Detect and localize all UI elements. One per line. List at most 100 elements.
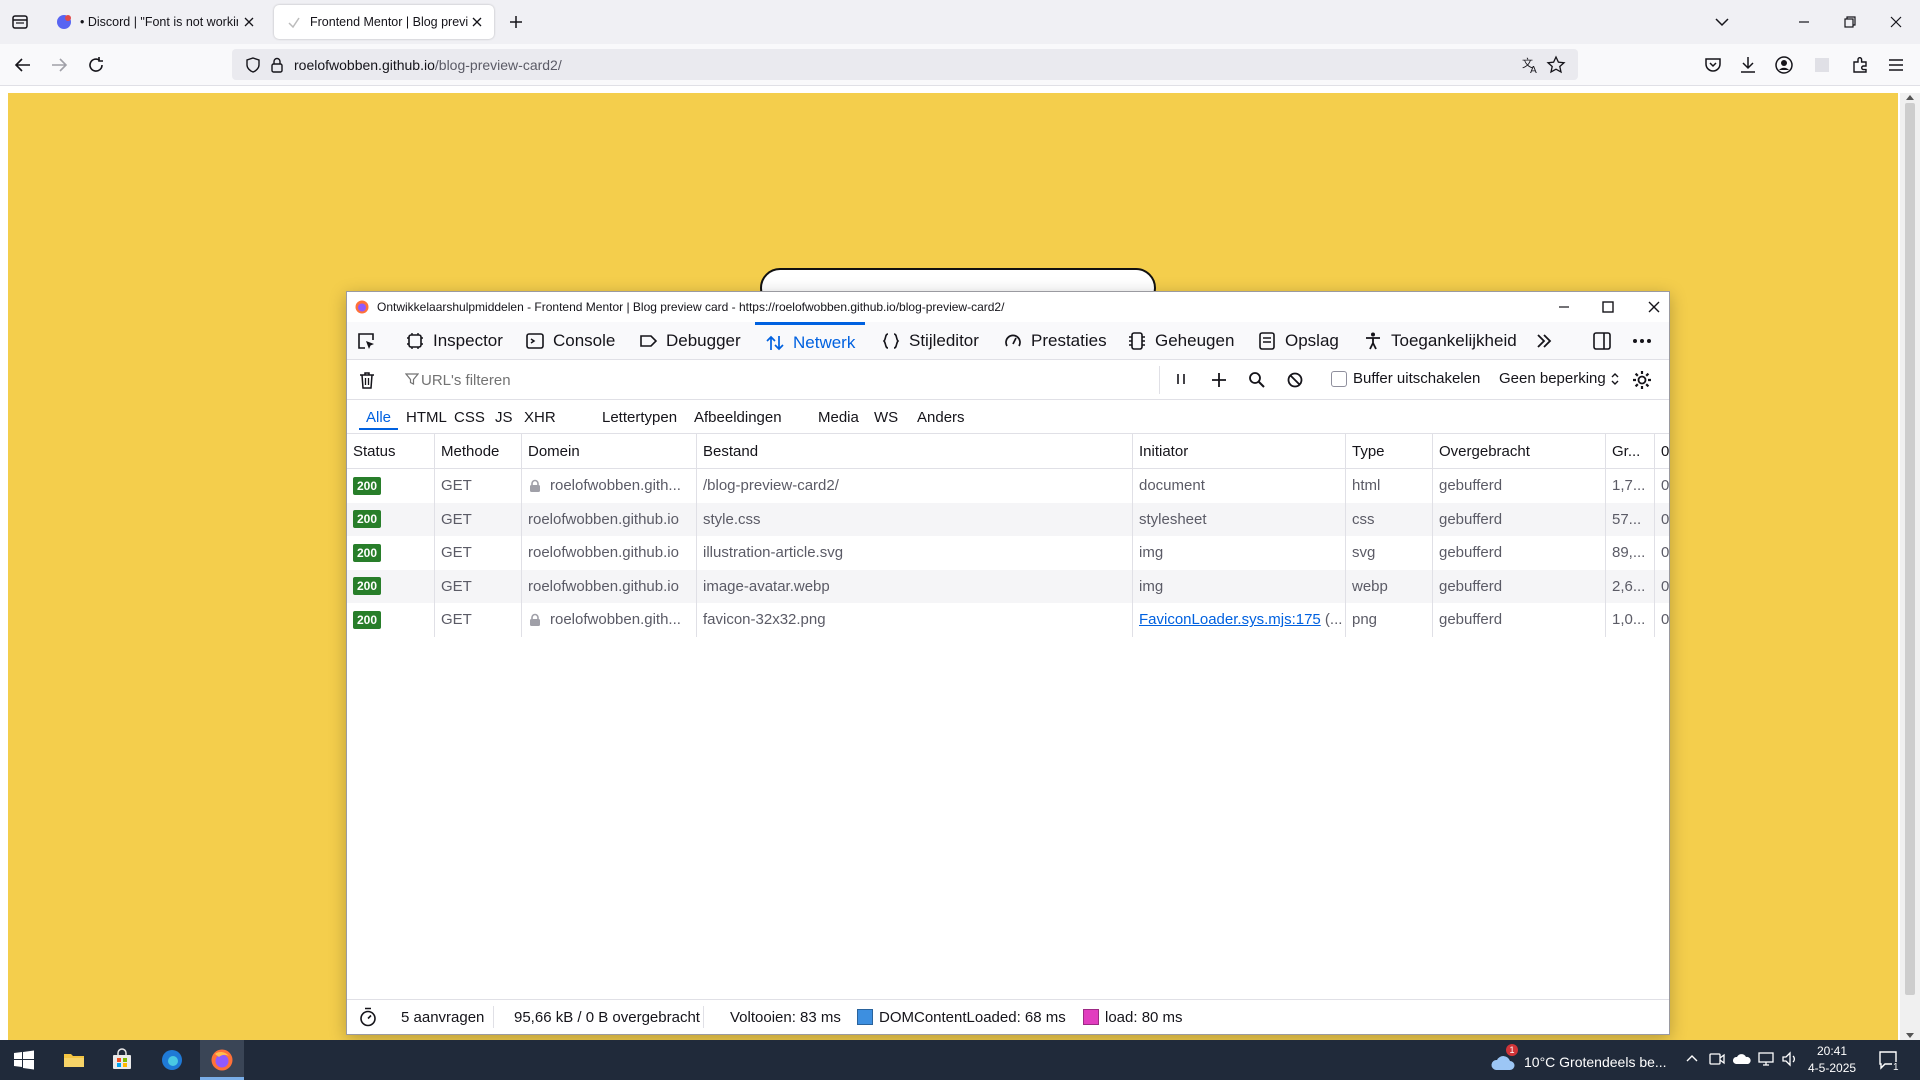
microsoft-store-icon[interactable]: [110, 1048, 134, 1072]
network-filter-bar: Buffer uitschakelen Geen beperking: [347, 360, 1669, 400]
cell-waterfall: 0: [1661, 577, 1670, 595]
element-picker-icon[interactable]: [355, 330, 377, 352]
tab-discord[interactable]: • Discord | "Font is not working: [44, 5, 266, 39]
windows-start-icon[interactable]: [12, 1048, 36, 1072]
throttling-select[interactable]: Geen beperking: [1499, 370, 1620, 387]
extensions-puzzle-icon[interactable]: [1849, 54, 1871, 76]
scrollbar-thumb[interactable]: [1905, 103, 1915, 995]
tab-network[interactable]: Netwerk: [755, 322, 866, 360]
column-waterfall[interactable]: 0: [1655, 434, 1671, 468]
minimize-devtools-icon[interactable]: [1555, 298, 1573, 316]
type-filter-js[interactable]: JS: [488, 406, 520, 430]
restore-window-icon[interactable]: [1838, 10, 1862, 34]
bookmark-star-icon[interactable]: [1546, 55, 1566, 75]
minimize-window-icon[interactable]: [1792, 10, 1816, 34]
column-status[interactable]: Status: [347, 434, 435, 468]
tab-memory[interactable]: Geheugen: [1127, 322, 1234, 360]
address-bar[interactable]: roelofwobben.github.io/blog-preview-card…: [232, 49, 1578, 80]
type-filter-ws[interactable]: WS: [867, 406, 905, 430]
cloud-weather-icon: 1: [1490, 1044, 1518, 1072]
translate-icon[interactable]: 文A: [1520, 55, 1540, 75]
show-hidden-icons-chevron-up-icon[interactable]: [1684, 1050, 1700, 1066]
column-transferred[interactable]: Overgebracht: [1433, 434, 1606, 468]
tab-storage[interactable]: Opslag: [1257, 322, 1339, 360]
tab-frontend-mentor[interactable]: Frontend Mentor | Blog preview: [274, 5, 494, 39]
stopwatch-icon[interactable]: [357, 1006, 379, 1028]
extension-placeholder-icon[interactable]: [1811, 54, 1833, 76]
tab-console[interactable]: Console: [525, 322, 615, 360]
pause-recording-icon[interactable]: [1171, 370, 1191, 390]
tracking-protection-shield-icon[interactable]: [244, 56, 262, 74]
checkbox-box[interactable]: [1331, 370, 1347, 387]
clear-requests-trash-icon[interactable]: [357, 370, 377, 390]
block-requests-icon[interactable]: [1285, 370, 1305, 390]
list-all-tabs-chevron-down-icon[interactable]: [1712, 12, 1732, 32]
close-window-icon[interactable]: [1884, 10, 1908, 34]
account-icon[interactable]: [1773, 54, 1795, 76]
table-row[interactable]: 200 GET roelofwobben.github.io image-avatar…: [347, 569, 1670, 603]
column-initiator[interactable]: Initiator: [1133, 434, 1346, 468]
more-options-ellipsis-icon[interactable]: [1631, 330, 1653, 352]
type-filter-images[interactable]: Afbeeldingen: [687, 406, 789, 430]
meet-now-icon[interactable]: [1708, 1050, 1726, 1068]
type-filter-other[interactable]: Anders: [910, 406, 972, 430]
column-type[interactable]: Type: [1346, 434, 1433, 468]
table-row[interactable]: 200 GET roelofwobben.gith... /blog-preview-…: [347, 469, 1669, 503]
tab-debugger[interactable]: Debugger: [638, 322, 741, 360]
volume-speaker-icon[interactable]: [1780, 1050, 1800, 1068]
table-row[interactable]: 200 GET roelofwobben.github.io style.css sty…: [347, 502, 1669, 536]
type-filter-all[interactable]: Alle: [359, 406, 399, 430]
lock-icon[interactable]: [268, 56, 286, 74]
disable-cache-checkbox[interactable]: Buffer uitschakelen: [1331, 370, 1480, 387]
onedrive-cloud-icon[interactable]: [1732, 1050, 1752, 1068]
cell-transferred: gebufferd: [1433, 569, 1606, 603]
network-status-bar: 5 aanvragen 95,66 kB / 0 B overgebracht …: [347, 999, 1669, 1034]
tab-inspector[interactable]: Inspector: [405, 322, 503, 360]
search-icon[interactable]: [1247, 370, 1267, 390]
close-devtools-icon[interactable]: [1645, 298, 1663, 316]
new-tab-plus-icon[interactable]: [506, 12, 526, 32]
type-filter-fonts[interactable]: Lettertypen: [595, 406, 684, 430]
cell-file: illustration-article.svg: [697, 536, 1133, 570]
column-size[interactable]: Gr...: [1606, 434, 1655, 468]
hamburger-menu-icon[interactable]: [1885, 54, 1907, 76]
new-request-plus-icon[interactable]: [1209, 370, 1229, 390]
type-filter-html[interactable]: HTML: [399, 406, 454, 430]
close-tab-icon[interactable]: [241, 14, 257, 30]
system-clock[interactable]: 20:41 4-5-2025: [1808, 1043, 1856, 1077]
table-row[interactable]: 200 GET roelofwobben.gith... favicon-32x32.…: [347, 603, 1669, 637]
column-method[interactable]: Methode: [435, 434, 522, 468]
column-domain[interactable]: Domein: [522, 434, 697, 468]
type-filter-media[interactable]: Media: [811, 406, 866, 430]
type-filter-xhr[interactable]: XHR: [517, 406, 563, 430]
downloads-icon[interactable]: [1737, 54, 1759, 76]
tab-accessibility[interactable]: Toegankelijkheid: [1363, 322, 1517, 360]
firefox-taskbar-button[interactable]: [200, 1040, 244, 1080]
forward-arrow-icon[interactable]: [48, 54, 70, 76]
scroll-up-arrow-icon[interactable]: [1905, 93, 1915, 101]
url-filter-input[interactable]: [399, 366, 1205, 394]
scroll-down-arrow-icon[interactable]: [1905, 1032, 1915, 1040]
devtools-title-bar[interactable]: Ontwikkelaarshulpmiddelen - Frontend Men…: [347, 292, 1669, 322]
tab-style-editor[interactable]: Stijleditor: [881, 322, 979, 360]
dock-options-icon[interactable]: [1591, 330, 1613, 352]
back-arrow-icon[interactable]: [12, 54, 34, 76]
weather-widget[interactable]: 1 10°C Grotendeels be...: [1490, 1044, 1667, 1072]
initiator-link[interactable]: FaviconLoader.sys.mjs:175: [1139, 611, 1321, 628]
file-explorer-icon[interactable]: [62, 1048, 86, 1072]
firefox-view-icon[interactable]: [10, 12, 30, 32]
network-status-icon[interactable]: [1756, 1050, 1776, 1068]
url-text[interactable]: roelofwobben.github.io/blog-preview-card…: [294, 57, 562, 73]
vertical-scrollbar[interactable]: [1900, 93, 1920, 1040]
edge-browser-icon[interactable]: [160, 1048, 184, 1072]
column-file[interactable]: Bestand: [697, 434, 1133, 468]
reload-icon[interactable]: [85, 54, 107, 76]
pocket-icon[interactable]: [1702, 54, 1724, 76]
settings-gear-icon[interactable]: [1631, 369, 1651, 389]
more-tools-chevrons-icon[interactable]: [1534, 331, 1554, 351]
table-row[interactable]: 200 GET roelofwobben.github.io illustration…: [347, 536, 1669, 570]
maximize-devtools-icon[interactable]: [1599, 298, 1617, 316]
type-filter-css[interactable]: CSS: [447, 406, 492, 430]
tab-performance[interactable]: Prestaties: [1003, 322, 1107, 360]
close-tab-icon[interactable]: [469, 14, 485, 30]
